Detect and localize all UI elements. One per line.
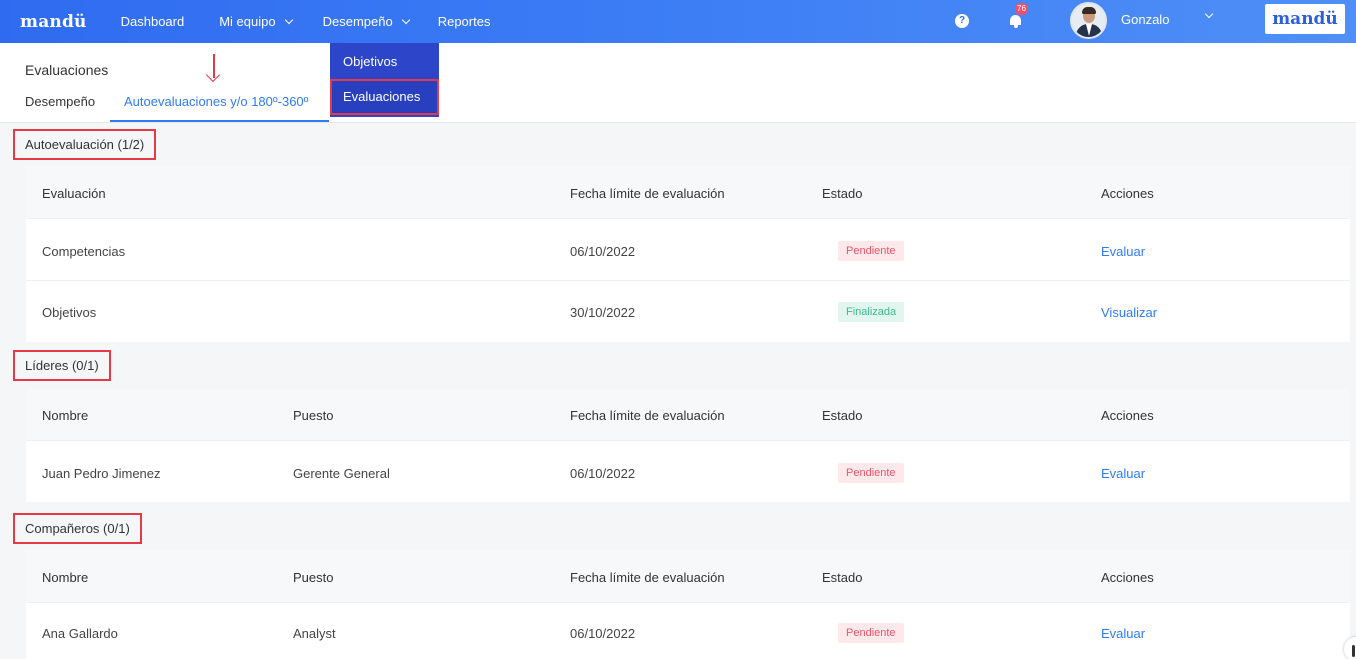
column-header: Estado [822,186,863,201]
status-badge: Pendiente [838,241,904,261]
column-header: Estado [822,570,863,585]
autoevaluacion-table: Evaluación Fecha límite de evaluación Es… [26,166,1350,342]
column-header: Acciones [1101,570,1154,585]
evaluar-link[interactable]: Evaluar [1101,626,1145,641]
nav-mi-equipo[interactable]: Mi equipo [219,14,293,29]
column-header: Fecha límite de evaluación [570,570,725,585]
column-header: Fecha límite de evaluación [570,186,725,201]
nav-reportes[interactable]: Reportes [438,14,491,29]
visualizar-link[interactable]: Visualizar [1101,305,1157,320]
nav-mi-equipo-label: Mi equipo [219,14,276,29]
due-date: 06/10/2022 [570,244,636,259]
evaluar-link[interactable]: Evaluar [1101,244,1145,259]
active-tab-indicator [110,120,329,122]
help-icon[interactable]: ? [955,14,969,28]
avatar[interactable] [1070,2,1107,39]
column-header: Nombre [42,570,89,585]
status-badge: Pendiente [838,623,904,643]
lideres-table: Nombre Puesto Fecha límite de evaluación… [26,389,1350,502]
table-row: Objetivos 30/10/2022 Finalizada Visualiz… [26,281,1350,342]
due-date: 30/10/2022 [570,305,636,320]
table-row: Ana Gallardo Analyst 06/10/2022 Pendient… [26,603,1350,659]
column-header: Puesto [293,570,334,585]
brand-logo: mandü [1265,4,1345,34]
notification-count-badge: 76 [1015,3,1028,15]
nav-dashboard[interactable]: Dashboard [121,14,185,29]
logo[interactable]: mandü [20,12,87,32]
chevron-down-icon [284,15,293,25]
page-header: Evaluaciones Desempeño Autoevaluaciones … [0,43,1356,123]
table-header-row: Nombre Puesto Fecha límite de evaluación… [26,550,1350,603]
column-header: Nombre [42,408,89,423]
table-row: Juan Pedro Jimenez Gerente General 06/10… [26,441,1350,502]
tab-autoevaluaciones[interactable]: Autoevaluaciones y/o 180º-360º [124,94,308,109]
due-date: 06/10/2022 [570,626,636,641]
column-header: Estado [822,408,863,423]
evaluation-name: Objetivos [42,305,97,320]
chevron-down-icon [401,15,410,25]
menu-item-objetivos[interactable]: Objetivos [330,44,439,80]
table-row: Competencias 06/10/2022 Pendiente Evalua… [26,219,1350,281]
person-position: Gerente General [293,466,390,481]
column-header: Fecha límite de evaluación [570,408,725,423]
page-title: Evaluaciones [25,62,109,78]
evaluar-link[interactable]: Evaluar [1101,466,1145,481]
section-label-companeros: Compañeros (0/1) [13,513,142,544]
column-header: Puesto [293,408,334,423]
section-label-autoevaluacion: Autoevaluación (1/2) [13,129,157,160]
person-name: Juan Pedro Jimenez [42,466,161,481]
nav-dashboard-label: Dashboard [120,14,185,29]
person-name: Ana Gallardo [42,626,118,641]
evaluation-name: Competencias [42,244,126,259]
nav-desempeno[interactable]: Desempeño [322,14,410,29]
column-header: Evaluación [42,186,106,201]
status-badge: Finalizada [838,302,905,322]
user-name[interactable]: Gonzalo [1121,12,1169,27]
nav-desempeno-label: Desempeño [322,14,393,29]
section-label-lideres: Líderes (0/1) [13,350,111,381]
table-header-row: Nombre Puesto Fecha límite de evaluación… [26,389,1350,441]
menu-item-evaluaciones[interactable]: Evaluaciones [330,79,439,115]
companeros-table: Nombre Puesto Fecha límite de evaluación… [26,550,1350,659]
person-position: Analyst [293,626,336,641]
arrow-down-icon [205,54,223,84]
column-header: Acciones [1101,408,1154,423]
table-header-row: Evaluación Fecha límite de evaluación Es… [26,166,1350,219]
due-date: 06/10/2022 [570,466,636,481]
column-header: Acciones [1101,186,1154,201]
status-badge: Pendiente [838,463,904,483]
desempeno-dropdown-menu: Objetivos Evaluaciones [330,43,439,117]
tab-desempeno[interactable]: Desempeño [25,94,95,109]
nav-reportes-label: Reportes [437,14,491,29]
